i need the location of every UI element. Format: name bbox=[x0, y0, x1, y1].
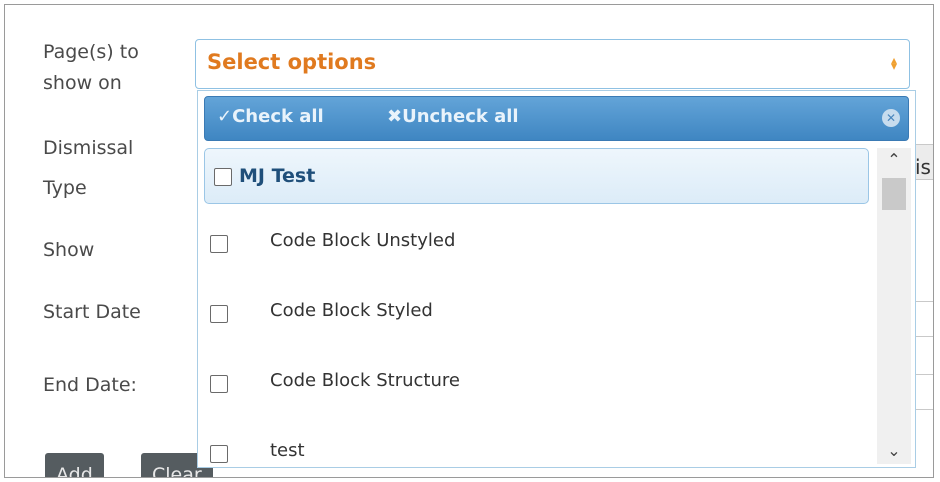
option-item[interactable]: Code Block Structure bbox=[198, 351, 873, 421]
pages-label-line1: Page(s) to bbox=[43, 41, 139, 63]
check-all-link[interactable]: ✓Check all bbox=[217, 106, 324, 127]
select-placeholder: Select options bbox=[207, 50, 377, 74]
dismissal-type-value: is bbox=[915, 155, 931, 179]
group-checkbox[interactable] bbox=[214, 168, 232, 186]
option-item[interactable]: test bbox=[198, 421, 873, 467]
updown-arrows-icon: ▴ ▾ bbox=[890, 53, 897, 73]
option-checkbox[interactable] bbox=[210, 235, 228, 253]
start-date-label: Start Date bbox=[43, 301, 141, 323]
scroll-up-icon[interactable]: ⌃ bbox=[877, 150, 911, 169]
uncheck-all-link[interactable]: ✖Uncheck all bbox=[387, 106, 519, 127]
scroll-down-icon[interactable]: ⌄ bbox=[877, 441, 911, 460]
multiselect-menu: ✓Check all ✖Uncheck all ✕ MJ Test Code B… bbox=[197, 90, 916, 468]
dismissal-label-line1: Dismissal bbox=[43, 137, 134, 159]
option-label: Code Block Styled bbox=[270, 300, 433, 321]
form-panel: Page(s) to show on Dismissal Type Show S… bbox=[4, 4, 934, 478]
optgroup-label: MJ Test bbox=[239, 165, 316, 187]
option-label: Code Block Unstyled bbox=[270, 230, 456, 251]
add-button[interactable]: Add bbox=[45, 453, 104, 477]
show-label: Show bbox=[43, 239, 95, 261]
menu-scrollbar[interactable]: ⌃ ⌄ bbox=[877, 148, 911, 464]
option-label: Code Block Structure bbox=[270, 370, 460, 391]
pages-multiselect[interactable]: Select options ▴ ▾ bbox=[195, 39, 910, 89]
dismissal-label-line2: Type bbox=[43, 177, 87, 199]
optgroup-header[interactable]: MJ Test bbox=[204, 148, 869, 204]
scrollbar-thumb[interactable] bbox=[882, 178, 906, 210]
option-item[interactable]: Code Block Styled bbox=[198, 281, 873, 351]
close-icon[interactable]: ✕ bbox=[882, 109, 900, 127]
end-date-label: End Date: bbox=[43, 374, 137, 396]
option-checkbox[interactable] bbox=[210, 305, 228, 323]
option-checkbox[interactable] bbox=[210, 445, 228, 463]
pages-label-line2: show on bbox=[43, 72, 122, 94]
option-label: test bbox=[270, 440, 305, 461]
menu-header: ✓Check all ✖Uncheck all ✕ bbox=[204, 96, 909, 141]
option-checkbox[interactable] bbox=[210, 375, 228, 393]
option-item[interactable]: Code Block Unstyled bbox=[198, 211, 873, 281]
